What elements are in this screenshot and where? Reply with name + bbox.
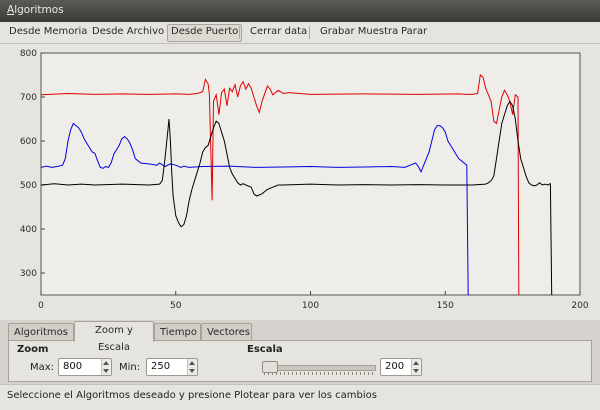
max-spin-arrows[interactable] — [101, 359, 111, 375]
escala-spinbox[interactable]: 200 — [380, 358, 422, 376]
toolbar-separator — [309, 26, 310, 39]
escala-spin-arrows[interactable] — [411, 359, 421, 375]
spin-up-icon[interactable] — [189, 361, 195, 365]
cerrar-data-button[interactable]: Cerrar data — [247, 24, 310, 40]
y-tick-label: 400 — [20, 225, 37, 235]
y-tick-label: 500 — [20, 181, 37, 191]
tab-tiempo[interactable]: Tiempo — [154, 323, 201, 340]
escala-value: 200 — [385, 361, 405, 372]
min-spinbox[interactable]: 250 — [146, 358, 198, 376]
toolbar: Desde Memoria Desde Archivo Desde Puerto… — [0, 22, 600, 44]
title-bar: Algoritmos — [0, 0, 600, 23]
max-label: Max: — [30, 362, 55, 373]
x-tick-label: 0 — [38, 301, 44, 311]
desde-archivo-button[interactable]: Desde Archivo — [89, 24, 167, 40]
toolbar-separator — [239, 26, 240, 39]
parar-button[interactable]: Parar — [398, 24, 430, 40]
y-tick-label: 300 — [20, 269, 37, 279]
min-label: Min: — [119, 362, 141, 373]
escala-group-title: Escala — [247, 344, 283, 355]
window-title: Algoritmos — [7, 4, 64, 16]
escala-slider-ticks — [264, 372, 374, 375]
tab-algoritmos[interactable]: Algoritmos — [8, 323, 74, 340]
y-tick-label: 600 — [20, 137, 37, 147]
min-spin-arrows[interactable] — [187, 359, 197, 375]
plot-area: 300 400 500 600 700 800 0 50 100 150 200 — [0, 44, 600, 320]
min-value: 250 — [151, 361, 171, 372]
spin-up-icon[interactable] — [103, 361, 109, 365]
tab-vectores[interactable]: Vectores — [201, 323, 252, 340]
grabar-muestra-button[interactable]: Grabar Muestra — [317, 24, 401, 40]
escala-slider-handle[interactable] — [262, 361, 278, 373]
status-text: Seleccione el Algoritmos deseado y presi… — [7, 390, 377, 401]
status-bar: Seleccione el Algoritmos deseado y presi… — [0, 384, 600, 410]
tab-zoom-y-escala[interactable]: Zoom y Escala — [74, 321, 154, 353]
desde-memoria-button[interactable]: Desde Memoria — [6, 24, 90, 40]
max-spinbox[interactable]: 800 — [58, 358, 112, 376]
plot-frame — [40, 52, 581, 296]
spin-down-icon[interactable] — [413, 369, 419, 373]
escala-slider-track[interactable] — [264, 365, 376, 371]
spin-down-icon[interactable] — [103, 369, 109, 373]
line-chart: 300 400 500 600 700 800 0 50 100 150 200 — [20, 49, 589, 311]
spin-down-icon[interactable] — [189, 369, 195, 373]
desde-puerto-button[interactable]: Desde Puerto — [167, 24, 243, 42]
zoom-group-title: Zoom — [17, 344, 49, 355]
x-tick-label: 50 — [170, 301, 182, 311]
max-value: 800 — [63, 361, 83, 372]
y-tick-label: 800 — [20, 49, 37, 59]
x-tick-label: 200 — [571, 301, 588, 311]
spin-up-icon[interactable] — [413, 361, 419, 365]
x-tick-label: 100 — [302, 301, 319, 311]
x-tick-label: 150 — [437, 301, 454, 311]
y-tick-label: 700 — [20, 93, 37, 103]
